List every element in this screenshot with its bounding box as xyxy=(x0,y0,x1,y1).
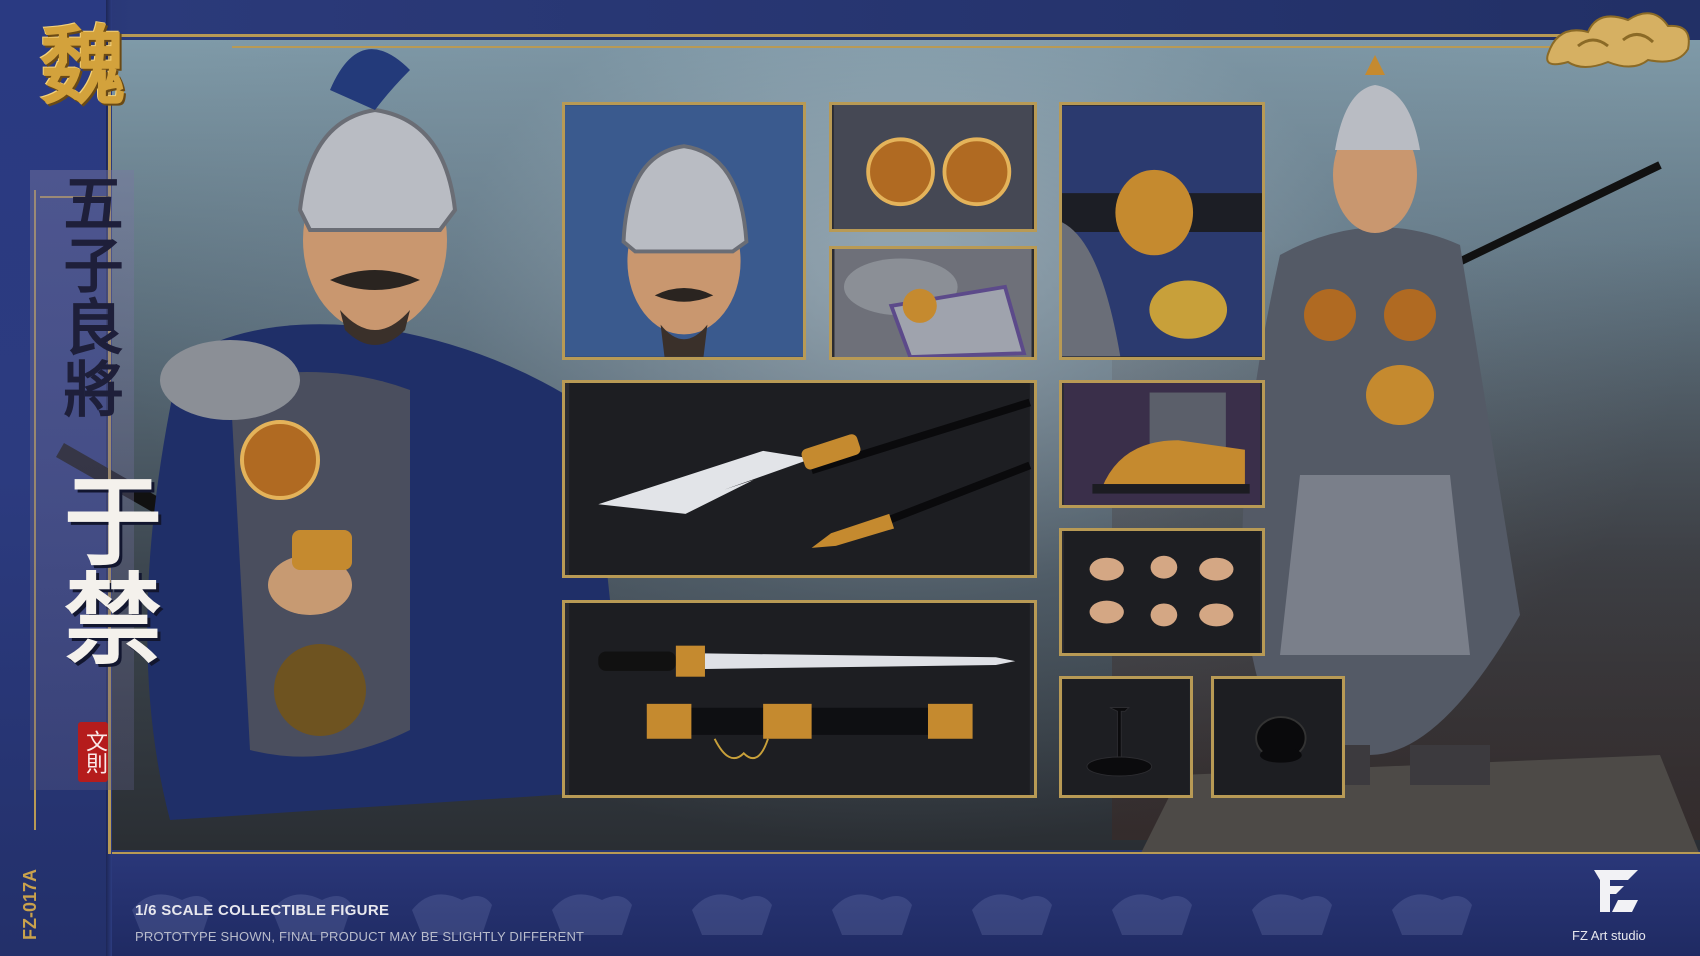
boot-photo xyxy=(1059,380,1265,508)
studio-name: FZ Art studio xyxy=(1572,928,1646,943)
figure-stand-photo xyxy=(1059,676,1193,798)
fz-logo-icon xyxy=(1594,870,1638,912)
prototype-disclaimer: PROTOTYPE SHOWN, FINAL PRODUCT MAY BE SL… xyxy=(135,929,585,944)
shoulder-armor-photo xyxy=(829,246,1037,360)
hair-bun-photo xyxy=(1211,676,1345,798)
gold-frame-line xyxy=(232,46,1612,48)
product-code: FZ-017A xyxy=(20,868,40,940)
character-name: 于禁 xyxy=(47,470,162,666)
lion-belt-buckle-photo xyxy=(1059,102,1265,360)
helmeted-head-photo xyxy=(562,102,806,360)
character-title: 五子良將 xyxy=(53,172,123,420)
cloud-ornament-icon xyxy=(1546,12,1690,68)
product-poster: 魏 五子良將 于禁 文則 FZ-017A 1/6 SCALE COLLECTIB… xyxy=(0,0,1700,956)
courtesy-name-seal: 文則 xyxy=(78,722,108,782)
interchangeable-hands-photo xyxy=(1059,528,1265,656)
sword-scabbard-photo xyxy=(562,600,1037,798)
faction-emblem: 魏 xyxy=(40,16,126,117)
spear-heads-photo xyxy=(562,380,1037,578)
scale-label: 1/6 SCALE COLLECTIBLE FIGURE xyxy=(135,902,390,919)
chest-armor-photo xyxy=(829,102,1037,232)
